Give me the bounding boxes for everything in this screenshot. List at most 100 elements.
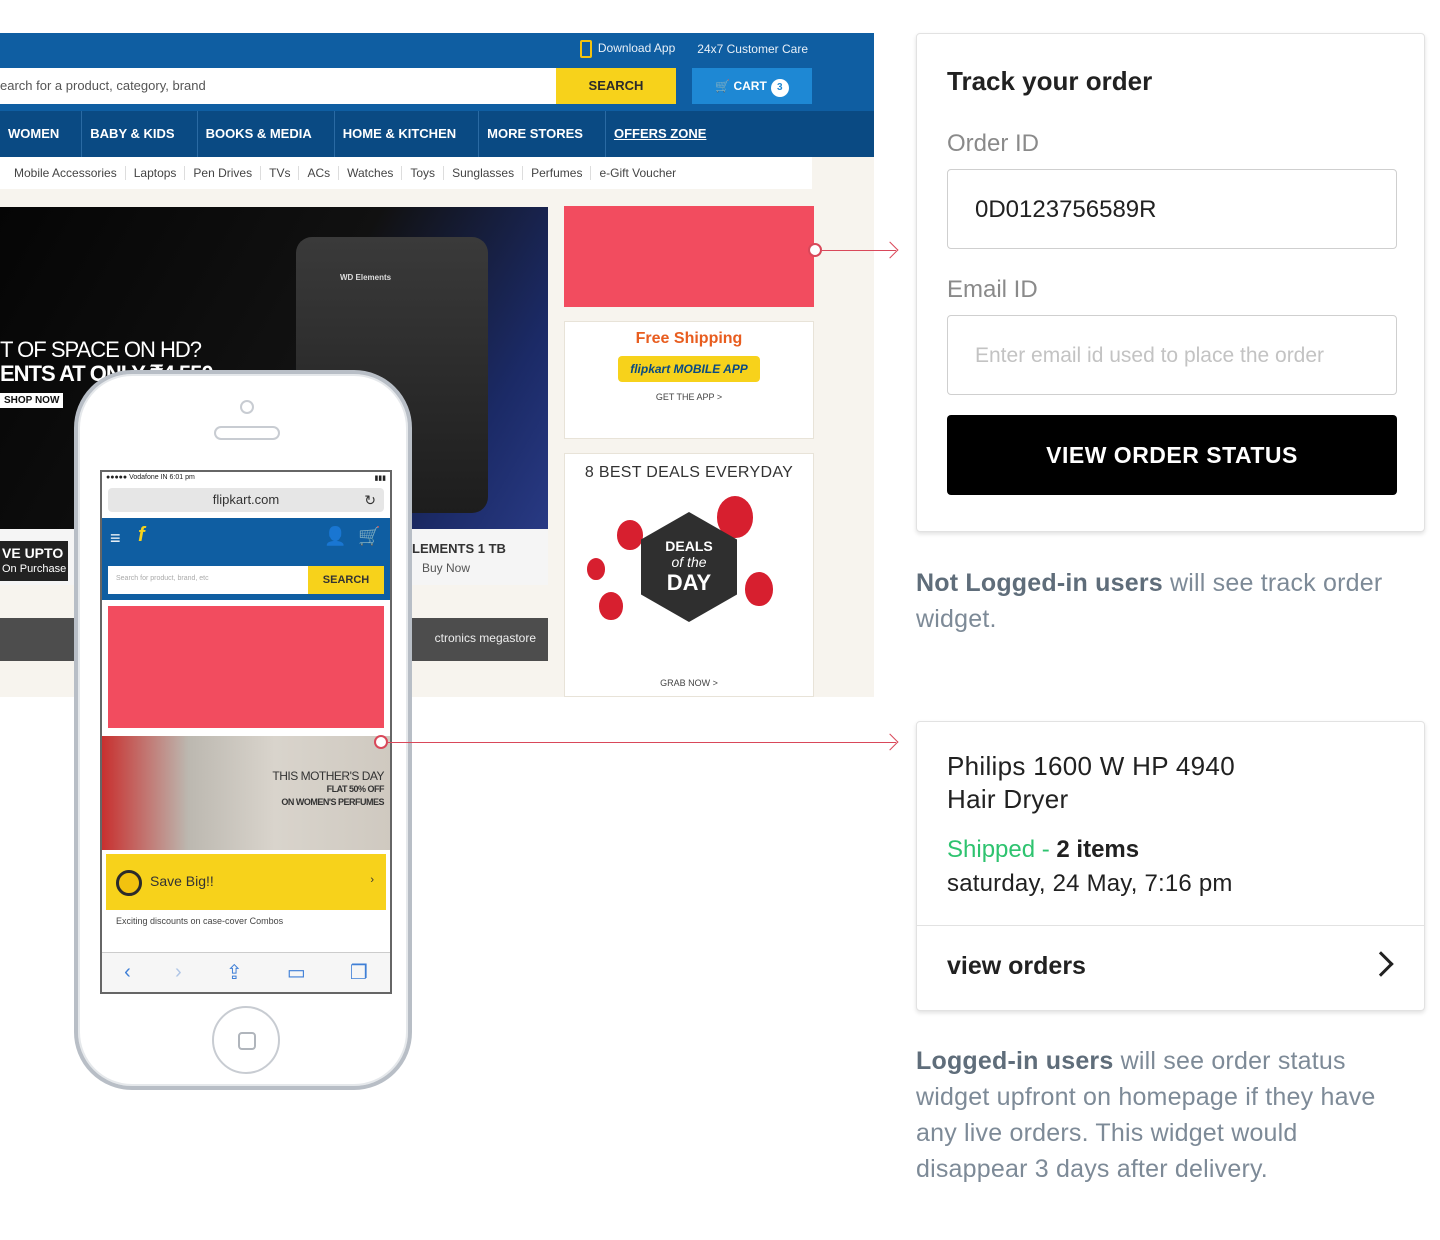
subnav-item[interactable]: TVs xyxy=(261,166,300,180)
home-square-icon xyxy=(238,1032,256,1050)
url-bar[interactable]: flipkart.com ↻ xyxy=(108,488,384,512)
connector-line xyxy=(388,742,896,743)
subnav-item[interactable]: Toys xyxy=(402,166,445,180)
free-shipping-title: Free Shipping xyxy=(635,330,743,347)
shop-now-button[interactable]: SHOP NOW xyxy=(0,393,64,408)
day-label: DAY xyxy=(666,570,712,595)
order-status-widget: Philips 1600 W HP 4940 Hair Dryer Shippe… xyxy=(916,721,1425,1011)
nav-item-baby-kids[interactable]: BABY & KIDS xyxy=(82,111,198,157)
hdd-label: WD Elements xyxy=(340,273,392,282)
on-purchase-label: On Purchase xyxy=(2,563,67,575)
status-bar: ●●●●● Vodafone IN 6:01 pm ▮▮▮ xyxy=(102,472,390,486)
nav-item-books-media[interactable]: BOOKS & MEDIA xyxy=(198,111,335,157)
order-status-line: Shipped - 2 items xyxy=(947,836,1139,864)
subnav-item[interactable]: Sunglasses xyxy=(444,166,524,180)
email-id-label: Email ID xyxy=(947,276,1038,303)
home-button[interactable] xyxy=(212,1006,280,1074)
mobile-app-badge: flipkart MOBILE APP xyxy=(618,356,760,382)
earpiece-speaker xyxy=(214,426,280,440)
save-upto-tile[interactable]: VE UPTO On Purchase xyxy=(0,541,69,581)
highlighted-order-widget-slot xyxy=(108,606,384,728)
forward-icon[interactable]: › xyxy=(175,961,182,984)
track-order-title: Track your order xyxy=(947,66,1153,96)
view-orders-link[interactable]: view orders xyxy=(947,952,1086,981)
safari-toolbar: ‹ › ⇪ ▭ ❐ xyxy=(102,952,390,992)
download-app-label: Download App xyxy=(597,41,676,56)
user-icon[interactable]: 👤 xyxy=(324,526,346,547)
order-id-field[interactable]: 0D0123756589R xyxy=(947,169,1397,249)
arrow-right-icon xyxy=(881,241,899,259)
subnav-item[interactable]: e-Gift Voucher xyxy=(591,166,684,180)
top-links: Download App 24x7 Customer Care xyxy=(579,40,808,58)
nav-item-home-kitchen[interactable]: HOME & KITCHEN xyxy=(335,111,480,157)
phone-screen: ●●●●● Vodafone IN 6:01 pm ▮▮▮ flipkart.c… xyxy=(100,470,392,994)
order-timestamp: saturday, 24 May, 7:16 pm xyxy=(947,870,1233,897)
subnav-item[interactable]: ACs xyxy=(299,166,340,180)
bookmarks-icon[interactable]: ▭ xyxy=(287,960,306,985)
subnav-item[interactable]: Laptops xyxy=(126,166,186,180)
balloon-icon xyxy=(745,572,773,606)
of-the-label: of the xyxy=(671,554,707,570)
cart-count-badge: 3 xyxy=(770,79,789,97)
buy-now-link[interactable]: Buy Now xyxy=(422,561,470,575)
save-big-label: Save Big!! xyxy=(150,873,214,889)
battery-icon: ▮▮▮ xyxy=(374,475,386,482)
free-shipping-promo[interactable]: Free Shipping flipkart MOBILE APP GET TH… xyxy=(564,321,814,439)
subnav-item[interactable]: Watches xyxy=(339,166,403,180)
search-row: earch for a product, category, brand SEA… xyxy=(0,68,874,104)
email-id-field[interactable]: Enter email id used to place the order xyxy=(947,315,1397,395)
combo-offer-row[interactable]: Exciting discounts on case-cover Combos xyxy=(106,910,386,926)
get-the-app-link[interactable]: GET THE APP > xyxy=(565,392,813,402)
mobile-phone-icon xyxy=(579,40,592,58)
shipped-status: Shipped - xyxy=(947,836,1057,863)
product-name-line: Hair Dryer xyxy=(947,784,1069,814)
view-order-status-button[interactable]: VIEW ORDER STATUS xyxy=(947,415,1397,495)
url-text: flipkart.com xyxy=(212,492,280,507)
mobile-search-input[interactable]: Search for product, brand, etc xyxy=(108,566,308,594)
not-logged-in-note: Not Logged-in users will see track order… xyxy=(916,565,1416,637)
connector-dot xyxy=(374,735,388,749)
track-order-widget: Track your order Order ID 0D0123756589R … xyxy=(916,33,1425,532)
nav-item-women[interactable]: WOMEN xyxy=(0,111,83,157)
download-app-link[interactable]: Download App xyxy=(579,40,676,58)
share-icon[interactable]: ⇪ xyxy=(226,960,243,985)
mobile-search-button[interactable]: SEARCH xyxy=(308,566,384,594)
cart-label: CART xyxy=(733,79,767,93)
subnav-item[interactable]: Perfumes xyxy=(523,166,592,180)
note-emphasis: Not Logged-in users xyxy=(916,569,1163,597)
subnav-item[interactable]: Pen Drives xyxy=(185,166,262,180)
mobile-search-row: Search for product, brand, etc SEARCH xyxy=(102,562,390,600)
best-deals-title: 8 BEST DEALS EVERYDAY xyxy=(584,464,794,481)
logged-in-note: Logged-in users will see order status wi… xyxy=(916,1043,1416,1187)
flipkart-logo-icon[interactable]: f xyxy=(138,524,164,550)
grab-now-link[interactable]: GRAB NOW > xyxy=(565,678,813,688)
carrier-time: ●●●●● Vodafone IN 6:01 pm xyxy=(106,474,195,481)
chevron-right-icon: › xyxy=(370,874,374,886)
search-input[interactable]: earch for a product, category, brand xyxy=(0,68,556,104)
wd-caption: LEMENTS 1 TB xyxy=(412,541,506,556)
connector-dot xyxy=(808,243,822,257)
order-id-label: Order ID xyxy=(947,130,1040,157)
nav-item-offers-zone[interactable]: OFFERS ZONE xyxy=(606,111,728,157)
back-icon[interactable]: ‹ xyxy=(124,961,131,984)
save-big-tile[interactable]: Save Big!! › xyxy=(106,854,386,910)
deals-of-the-day-promo[interactable]: 8 BEST DEALS EVERYDAY DEALS of the DAY G… xyxy=(564,453,814,697)
cart-button[interactable]: 🛒 CART 3 xyxy=(692,68,812,104)
nav-item-more-stores[interactable]: MORE STORES xyxy=(479,111,606,157)
product-name: Philips 1600 W HP 4940 Hair Dryer xyxy=(947,750,1235,816)
balloon-icon xyxy=(599,592,623,620)
customer-care-link[interactable]: 24x7 Customer Care xyxy=(697,42,808,56)
cart-icon: 🛒 xyxy=(715,79,734,93)
highlighted-track-widget-slot xyxy=(564,206,814,307)
reload-icon[interactable]: ↻ xyxy=(364,488,376,512)
subnav-item[interactable]: Mobile Accessories xyxy=(6,166,126,180)
divider xyxy=(917,925,1424,926)
tabs-icon[interactable]: ❐ xyxy=(350,960,368,985)
balloon-icon xyxy=(617,520,643,550)
mothers-day-banner[interactable]: THIS MOTHER'S DAY FLAT 50% OFF ON WOMEN'… xyxy=(102,736,390,850)
search-button[interactable]: SEARCH xyxy=(556,68,676,104)
cart-icon[interactable]: 🛒 xyxy=(358,526,380,547)
chevron-right-icon[interactable] xyxy=(1368,951,1394,977)
hamburger-menu-icon[interactable]: ≡ xyxy=(110,528,121,549)
category-nav: WOMEN BABY & KIDS BOOKS & MEDIA HOME & K… xyxy=(0,111,874,157)
